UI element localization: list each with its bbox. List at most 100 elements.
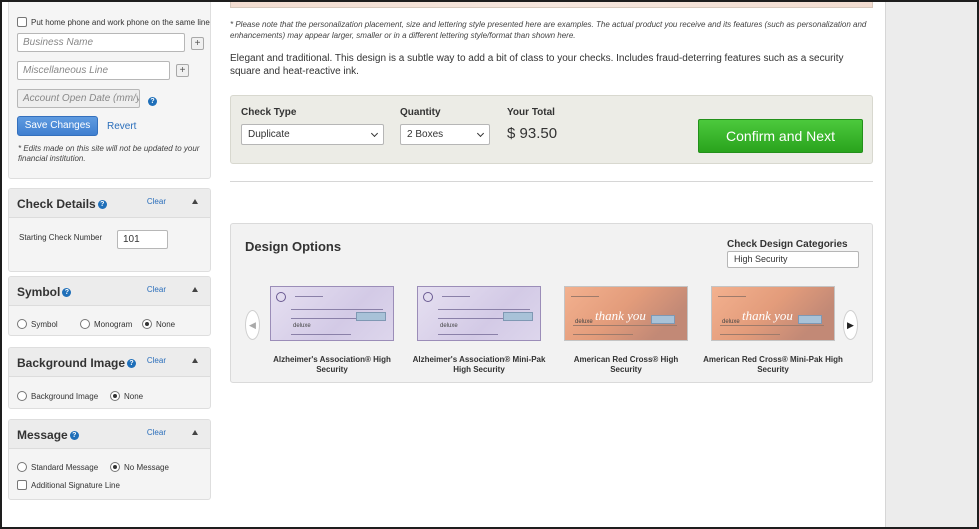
background-image-panel: Background Image? Clear Background Image…	[8, 347, 211, 409]
signature-line-checkbox[interactable]	[17, 480, 27, 490]
divider	[230, 181, 873, 182]
background-none-radio[interactable]	[110, 391, 120, 401]
signature-line-label: Additional Signature Line	[31, 480, 120, 490]
message-header[interactable]: Message? Clear	[9, 420, 210, 449]
design-thumbnail[interactable]: thank you deluxe	[564, 286, 688, 341]
browser-viewport: Put home phone and work phone on the sam…	[2, 2, 977, 527]
none-option-label: None	[156, 319, 176, 329]
security-square-icon	[356, 312, 386, 321]
design-caption[interactable]: American Red Cross® Mini-Pak High Securi…	[699, 355, 847, 375]
check-details-panel: Check Details? Clear Starting Check Numb…	[8, 188, 211, 272]
quantity-value: 2 Boxes	[407, 129, 444, 140]
design-caption[interactable]: Alzheimer's Association® High Security	[263, 355, 401, 375]
design-thumbnail[interactable]: deluxe	[270, 286, 394, 341]
design-options-title: Design Options	[245, 239, 342, 254]
carousel-next-button[interactable]: ▶	[843, 310, 858, 340]
collapse-caret-icon[interactable]	[192, 199, 198, 204]
signature-line-option[interactable]: Additional Signature Line	[17, 480, 120, 490]
panel-title: Message?	[17, 428, 79, 442]
panel-title: Check Details?	[17, 197, 107, 211]
design-caption[interactable]: American Red Cross® High Security	[557, 355, 695, 375]
same-line-option[interactable]: Put home phone and work phone on the sam…	[17, 17, 210, 27]
clear-link[interactable]: Clear	[147, 285, 166, 294]
standard-message-option[interactable]: Standard Message	[17, 462, 98, 472]
check-type-label: Check Type	[241, 107, 297, 118]
save-changes-button[interactable]: Save Changes	[17, 116, 98, 136]
confirm-and-next-button[interactable]: Confirm and Next	[698, 119, 863, 153]
security-square-icon	[651, 315, 675, 324]
help-icon[interactable]: ?	[97, 200, 107, 209]
starting-check-number-label: Starting Check Number	[19, 233, 103, 242]
quantity-label: Quantity	[400, 107, 441, 118]
design-caption[interactable]: Alzheimer's Association® Mini-Pak High S…	[407, 355, 551, 375]
background-none-label: None	[124, 391, 144, 401]
symbol-option-label: Symbol	[31, 319, 58, 329]
design-thumbnail[interactable]: thank you deluxe	[711, 286, 835, 341]
carousel-prev-button[interactable]: ◀	[245, 310, 260, 340]
symbol-option[interactable]: Symbol	[17, 319, 58, 329]
add-misc-line-button[interactable]: +	[176, 64, 189, 77]
collapse-caret-icon[interactable]	[192, 287, 198, 292]
revert-link[interactable]: Revert	[107, 121, 136, 132]
no-message-option[interactable]: No Message	[110, 462, 169, 472]
page-content: Put home phone and work phone on the sam…	[2, 2, 885, 527]
category-select[interactable]: High Security	[727, 251, 859, 268]
none-radio[interactable]	[142, 319, 152, 329]
background-image-option[interactable]: Background Image	[17, 391, 98, 401]
help-icon[interactable]: ?	[62, 288, 72, 297]
disclaimer-text: * Please note that the personalization p…	[230, 20, 867, 40]
design-thumbnail[interactable]: deluxe	[417, 286, 541, 341]
background-image-option-label: Background Image	[31, 391, 99, 401]
panel-title: Symbol?	[17, 285, 72, 299]
security-square-icon	[798, 315, 822, 324]
help-icon[interactable]: ?	[69, 431, 79, 440]
charity-logo-icon	[423, 292, 433, 302]
background-image-header[interactable]: Background Image? Clear	[9, 348, 210, 377]
standard-message-radio[interactable]	[17, 462, 27, 472]
business-name-input[interactable]: Business Name	[17, 33, 185, 52]
check-details-header[interactable]: Check Details? Clear	[9, 189, 210, 218]
same-line-label: Put home phone and work phone on the sam…	[31, 17, 210, 27]
misc-line-input[interactable]: Miscellaneous Line	[17, 61, 170, 80]
symbol-header[interactable]: Symbol? Clear	[9, 277, 210, 306]
collapse-caret-icon[interactable]	[192, 358, 198, 363]
check-type-value: Duplicate	[248, 129, 290, 140]
monogram-option-label: Monogram	[94, 319, 133, 329]
help-icon[interactable]: ?	[148, 97, 157, 106]
background-image-radio[interactable]	[17, 391, 27, 401]
check-type-select[interactable]: Duplicate	[241, 124, 384, 145]
help-icon[interactable]: ?	[127, 359, 137, 368]
background-none-option[interactable]: None	[110, 391, 143, 401]
deluxe-mark: deluxe	[293, 323, 311, 329]
check-preview-edge	[230, 2, 873, 8]
page-border	[885, 2, 886, 527]
standard-message-label: Standard Message	[31, 462, 99, 472]
monogram-option[interactable]: Monogram	[80, 319, 132, 329]
symbol-radio[interactable]	[17, 319, 27, 329]
your-total-label: Your Total	[507, 107, 555, 118]
account-open-date-input[interactable]: Account Open Date (mm/yy	[17, 89, 140, 108]
design-description: Elegant and traditional. This design is …	[230, 53, 844, 77]
chevron-down-icon	[476, 129, 485, 138]
message-panel: Message? Clear Standard Message No Messa…	[8, 419, 211, 500]
none-option[interactable]: None	[142, 319, 175, 329]
collapse-caret-icon[interactable]	[192, 430, 198, 435]
monogram-radio[interactable]	[80, 319, 90, 329]
personalization-box: Put home phone and work phone on the sam…	[8, 2, 211, 179]
charity-logo-icon	[276, 292, 286, 302]
clear-link[interactable]: Clear	[147, 428, 166, 437]
symbol-panel: Symbol? Clear Symbol Monogram None	[8, 276, 211, 336]
category-label: Check Design Categories	[727, 239, 848, 250]
design-options-panel: Design Options Check Design Categories H…	[230, 223, 873, 383]
add-business-line-button[interactable]: +	[191, 37, 204, 50]
quantity-select[interactable]: 2 Boxes	[400, 124, 490, 145]
starting-check-number-input[interactable]: 101	[117, 230, 168, 249]
deluxe-mark: deluxe	[575, 319, 593, 325]
deluxe-mark: deluxe	[440, 323, 458, 329]
same-line-checkbox[interactable]	[17, 17, 27, 27]
thank-you-text: thank you	[595, 308, 646, 323]
no-message-radio[interactable]	[110, 462, 120, 472]
thank-you-text: thank you	[742, 308, 793, 323]
clear-link[interactable]: Clear	[147, 197, 166, 206]
clear-link[interactable]: Clear	[147, 356, 166, 365]
